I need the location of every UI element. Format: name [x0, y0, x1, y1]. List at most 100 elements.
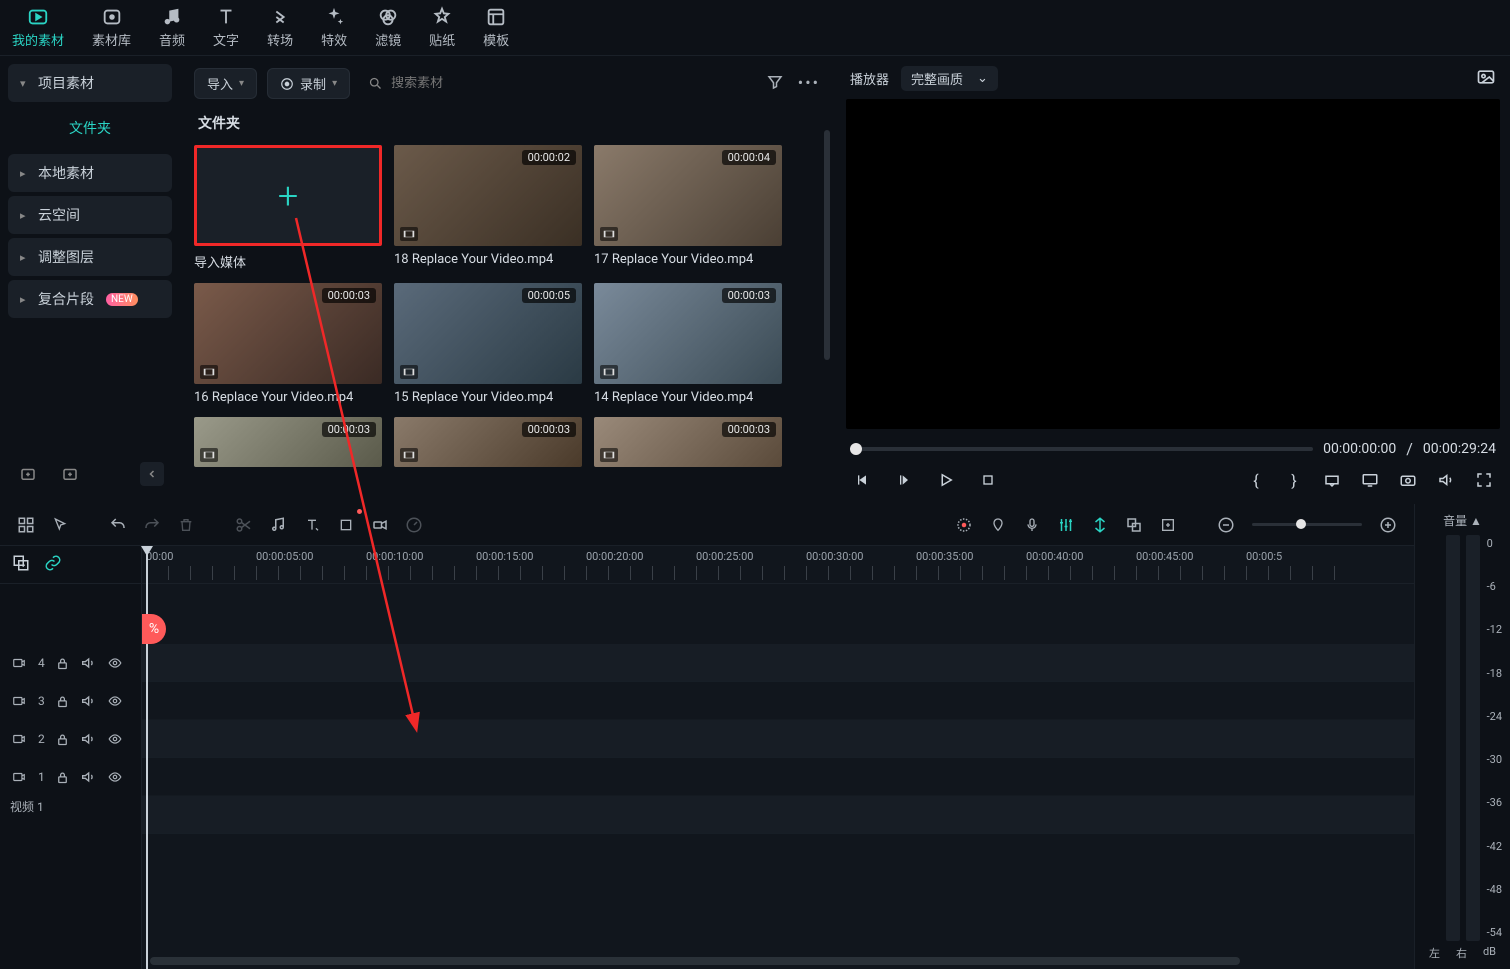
media-card[interactable]: 00:00:0316 Replace Your Video.mp4	[194, 283, 382, 405]
lock-icon[interactable]	[55, 656, 70, 671]
media-card[interactable]: +导入媒体	[194, 145, 382, 271]
sidebar-local-media[interactable]: ▸本地素材	[8, 154, 172, 192]
filter-button[interactable]	[766, 73, 784, 95]
track-header[interactable]: 3	[0, 682, 141, 720]
marker-button[interactable]	[984, 511, 1012, 539]
undo-button[interactable]	[104, 511, 132, 539]
snap-button[interactable]	[1086, 511, 1114, 539]
media-card[interactable]: 00:00:0218 Replace Your Video.mp4	[394, 145, 582, 271]
delete-button[interactable]	[172, 511, 200, 539]
keyframe-button[interactable]	[366, 511, 394, 539]
media-card[interactable]: 00:00:0417 Replace Your Video.mp4	[594, 145, 782, 271]
new-folder-button[interactable]	[16, 462, 40, 486]
tab-stock[interactable]: 素材库	[92, 6, 131, 49]
snapshot-button[interactable]	[1476, 67, 1496, 91]
search-field[interactable]	[360, 71, 519, 96]
link-toggle-button[interactable]	[44, 554, 62, 576]
layout-button[interactable]	[12, 511, 40, 539]
sidebar-folder[interactable]: 文件夹	[8, 106, 172, 150]
media-card[interactable]: 00:00:03	[394, 417, 582, 467]
media-thumb[interactable]: 00:00:05	[394, 283, 582, 384]
text-tool-button[interactable]	[298, 511, 326, 539]
tab-text[interactable]: 文字	[213, 6, 239, 49]
media-card[interactable]: 00:00:0314 Replace Your Video.mp4	[594, 283, 782, 405]
lock-icon[interactable]	[55, 694, 70, 709]
track-lane[interactable]	[142, 682, 1414, 720]
track-header[interactable]: 2	[0, 720, 141, 758]
new-bin-button[interactable]	[58, 462, 82, 486]
music-beat-button[interactable]	[264, 511, 292, 539]
import-dropdown[interactable]: 导入▾	[194, 68, 257, 99]
sidebar-compound-clip[interactable]: ▸复合片段NEW	[8, 280, 172, 318]
aspect-button[interactable]	[1322, 470, 1342, 490]
track-lane[interactable]	[142, 720, 1414, 758]
track-lane[interactable]	[142, 758, 1414, 796]
play-reverse-button[interactable]	[894, 470, 914, 490]
mute-icon[interactable]	[80, 693, 96, 709]
lock-icon[interactable]	[55, 732, 70, 747]
voiceover-button[interactable]	[1018, 511, 1046, 539]
marker-color-button[interactable]	[950, 511, 978, 539]
redo-button[interactable]	[138, 511, 166, 539]
more-button[interactable]: •••	[798, 73, 820, 95]
prev-frame-button[interactable]	[852, 470, 872, 490]
group-button[interactable]	[1120, 511, 1148, 539]
track-lane[interactable]	[142, 796, 1414, 834]
sidebar-cloud[interactable]: ▸云空间	[8, 196, 172, 234]
sidebar-adjust-layer[interactable]: ▸调整图层	[8, 238, 172, 276]
track-area[interactable]: 00:0000:00:05:0000:00:10:0000:00:15:0000…	[142, 546, 1414, 969]
eye-icon[interactable]	[106, 694, 124, 708]
add-track-button[interactable]	[1154, 511, 1182, 539]
tab-my-media[interactable]: 我的素材	[12, 6, 64, 49]
playhead[interactable]	[146, 546, 148, 969]
zoom-in-button[interactable]	[1374, 511, 1402, 539]
record-dropdown[interactable]: 录制▾	[267, 68, 350, 99]
media-thumb[interactable]: 00:00:03	[594, 417, 782, 467]
eye-icon[interactable]	[106, 732, 124, 746]
media-thumb[interactable]: 00:00:03	[394, 417, 582, 467]
timeline-h-scrollbar[interactable]	[150, 957, 1240, 965]
media-thumb[interactable]: 00:00:04	[594, 145, 782, 246]
mark-in-button[interactable]: {	[1246, 470, 1266, 490]
mark-out-button[interactable]: }	[1284, 470, 1304, 490]
track-lane[interactable]	[142, 644, 1414, 682]
play-button[interactable]	[936, 470, 956, 490]
timeline-ruler[interactable]: 00:0000:00:05:0000:00:10:0000:00:15:0000…	[142, 546, 1414, 584]
eye-icon[interactable]	[106, 656, 124, 670]
import-media-tile[interactable]: +	[194, 145, 382, 246]
meter-title[interactable]: 音量 ▲	[1421, 512, 1504, 529]
speed-button[interactable]	[400, 511, 428, 539]
track-header[interactable]: 4	[0, 644, 141, 682]
volume-button[interactable]	[1436, 470, 1456, 490]
tab-effect[interactable]: 特效	[321, 6, 347, 49]
media-card[interactable]: 00:00:03	[594, 417, 782, 467]
tab-audio[interactable]: 音频	[159, 6, 185, 49]
display-button[interactable]	[1360, 470, 1380, 490]
select-tool-button[interactable]	[46, 511, 74, 539]
seek-knob[interactable]	[850, 443, 862, 455]
tab-transition[interactable]: 转场	[267, 6, 293, 49]
search-input[interactable]	[391, 76, 511, 91]
media-card[interactable]: 00:00:03	[194, 417, 382, 467]
mute-icon[interactable]	[80, 655, 96, 671]
camera-button[interactable]	[1398, 470, 1418, 490]
eye-icon[interactable]	[106, 770, 124, 784]
media-thumb[interactable]: 00:00:03	[594, 283, 782, 384]
zoom-slider[interactable]	[1252, 523, 1362, 526]
zoom-knob[interactable]	[1296, 519, 1306, 529]
quality-select[interactable]: 完整画质⌄	[901, 66, 998, 91]
collapse-sidebar-button[interactable]	[140, 462, 164, 486]
stop-button[interactable]	[978, 470, 998, 490]
media-card[interactable]: 00:00:0515 Replace Your Video.mp4	[394, 283, 582, 405]
track-add-button[interactable]	[12, 554, 30, 576]
zoom-out-button[interactable]	[1212, 511, 1240, 539]
media-thumb[interactable]: 00:00:03	[194, 283, 382, 384]
sidebar-project-media[interactable]: ▾项目素材	[8, 64, 172, 102]
tab-template[interactable]: 模板	[483, 6, 509, 49]
tab-sticker[interactable]: 贴纸	[429, 6, 455, 49]
mute-icon[interactable]	[80, 769, 96, 785]
mute-icon[interactable]	[80, 731, 96, 747]
crop-button[interactable]	[332, 511, 360, 539]
player-viewport[interactable]	[846, 99, 1500, 429]
media-thumb[interactable]: 00:00:03	[194, 417, 382, 467]
